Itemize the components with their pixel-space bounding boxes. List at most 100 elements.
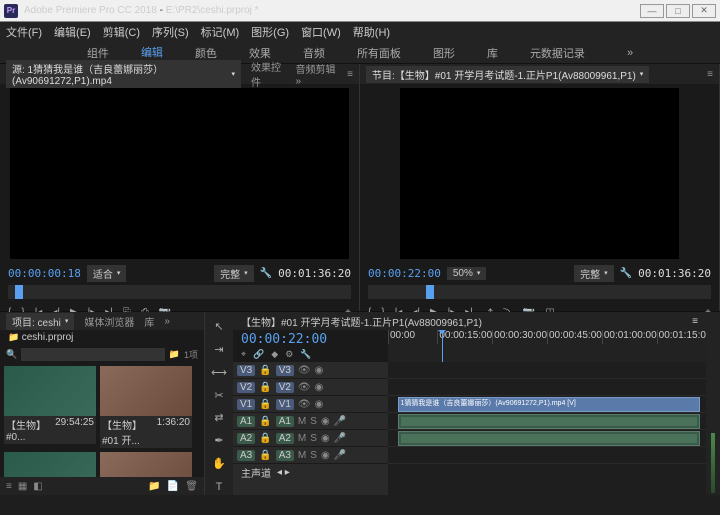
project-thumbs: 【生物】#0...29:54:25【生物】#01 开...1:36:201猜猜我… — [0, 362, 204, 477]
item-count: 1项 — [184, 348, 198, 361]
panel-menu-icon[interactable]: ≡ — [347, 69, 353, 80]
source-tc-out: 00:01:36:20 — [278, 267, 351, 280]
source-viewer[interactable] — [10, 88, 349, 259]
video-track-head[interactable]: V2🔒V2👁◉ — [233, 379, 388, 396]
project-path: 📁 ceshi.prproj — [0, 330, 204, 346]
master-track: 主声道◂ ▸ — [233, 464, 388, 481]
menu-item[interactable]: 编辑(E) — [54, 24, 91, 40]
close-button[interactable]: ✕ — [692, 4, 716, 18]
razor-tool-icon[interactable]: ✂ — [210, 387, 228, 404]
link-icon[interactable]: 🔗 — [253, 349, 264, 360]
playhead[interactable] — [442, 330, 443, 362]
source-tc-in[interactable]: 00:00:00:18 — [8, 267, 81, 280]
track-select-tool-icon[interactable]: ⇥ — [210, 341, 228, 358]
wrench-icon[interactable]: 🔧 — [620, 268, 632, 279]
lower-panels: 项目: ceshi 媒体浏览器 库 » 📁 ceshi.prproj 🔍 📁 1… — [0, 312, 720, 495]
wrench-icon[interactable]: 🔧 — [300, 349, 311, 360]
source-fit-select[interactable]: 适合 — [87, 265, 127, 282]
pen-tool-icon[interactable]: ✒ — [210, 432, 228, 449]
icon-view-icon[interactable]: ▦ — [18, 481, 27, 492]
ripple-tool-icon[interactable]: ⟷ — [210, 364, 228, 381]
menu-item[interactable]: 剪辑(C) — [103, 24, 140, 40]
search-icon: 🔍 — [6, 349, 17, 360]
audio-track-head[interactable]: A3🔒A3MS◉🎤 — [233, 447, 388, 464]
clip-thumb[interactable]: 【生物】#01 开...1:36:20 — [100, 366, 192, 448]
source-tabs: 源: 1猜猜我是谁（吉良蕾娜丽莎）(Av90691272,P1).mp4 效果控… — [0, 64, 359, 84]
new-bin-icon[interactable]: 📁 — [148, 481, 160, 492]
menu-item[interactable]: 序列(S) — [152, 24, 189, 40]
timeline-panel: 【生物】#01 开学月考试题-1.正片P1(Av88009961,P1) ≡ 0… — [233, 312, 706, 495]
program-scale-select[interactable]: 完整 — [574, 265, 614, 282]
program-tab[interactable]: 节目:【生物】#01 开学月考试题-1.正片P1(Av88009961,P1) — [366, 66, 649, 83]
timeline-tc[interactable]: 00:00:22:00 — [241, 332, 380, 347]
audio-clip-tab[interactable]: 音频剪辑 » — [295, 61, 337, 87]
titlebar: Pr Adobe Premiere Pro CC 2018 - E:\PR2\c… — [0, 0, 720, 22]
project-bottom: ≡ ▦ ◧ 📁 📄 🗑 — [0, 477, 204, 495]
workspace-tab[interactable]: 元数据记录 — [526, 43, 589, 63]
source-tab[interactable]: 源: 1猜猜我是谁（吉良蕾娜丽莎）(Av90691272,P1).mp4 — [6, 60, 241, 88]
wrench-icon[interactable]: 🔧 — [260, 268, 272, 279]
app-logo: Pr — [4, 4, 18, 18]
menubar: 文件(F) 编辑(E) 剪辑(C) 序列(S) 标记(M) 图形(G) 窗口(W) 帮助(H) — [0, 22, 720, 42]
audio-track-head[interactable]: A1🔒A1MS◉🎤 — [233, 413, 388, 430]
trash-icon[interactable]: 🗑 — [185, 481, 198, 492]
program-scrubber[interactable] — [368, 285, 711, 299]
source-controls: 00:00:00:18 适合 完整 🔧 00:01:36:20 { } |◂ ◂… — [0, 263, 359, 311]
minimize-button[interactable]: — — [640, 4, 664, 18]
program-viewer[interactable] — [400, 88, 679, 259]
library-tab[interactable]: 库 — [144, 314, 154, 329]
selection-tool-icon[interactable]: ↖ — [210, 318, 228, 335]
audio-track-head[interactable]: A2🔒A2MS◉🎤 — [233, 430, 388, 447]
workspace-tab[interactable]: 图形 — [429, 43, 459, 63]
menu-item[interactable]: 帮助(H) — [353, 24, 390, 40]
program-zoom-select[interactable]: 50% — [447, 267, 487, 280]
track-content[interactable]: 1猜猜我是谁（吉良蕾娜丽莎）(Av90691272,P1).mp4 [V] — [388, 362, 706, 495]
monitor-panels: 源: 1猜猜我是谁（吉良蕾娜丽莎）(Av90691272,P1).mp4 效果控… — [0, 64, 720, 312]
panel-menu-icon[interactable]: ≡ — [692, 316, 698, 327]
timeline-tracks: V3🔒V3👁◉V2🔒V2👁◉V1🔒V1👁◉A1🔒A1MS◉🎤A2🔒A2MS◉🎤A… — [233, 362, 706, 495]
source-monitor: 源: 1猜猜我是谁（吉良蕾娜丽莎）(Av90691272,P1).mp4 效果控… — [0, 64, 360, 311]
clip-thumb[interactable]: 【生物】#01 开... — [100, 452, 192, 477]
tool-panel: ↖ ⇥ ⟷ ✂ ⇄ ✒ ✋ T — [205, 312, 233, 495]
menu-item[interactable]: 文件(F) — [6, 24, 42, 40]
video-track-head[interactable]: V3🔒V3👁◉ — [233, 362, 388, 379]
project-tabs: 项目: ceshi 媒体浏览器 库 » — [0, 312, 204, 330]
clip-thumb[interactable]: 【生物】#0...29:54:25 — [4, 366, 96, 448]
snap-icon[interactable]: ⌖ — [241, 349, 246, 360]
project-search: 🔍 📁 1项 — [0, 346, 204, 362]
workspace-tab[interactable]: 所有面板 — [353, 43, 405, 63]
workspace-more[interactable]: » — [623, 45, 637, 61]
source-scrubber[interactable] — [8, 285, 351, 299]
program-monitor: 节目:【生物】#01 开学月考试题-1.正片P1(Av88009961,P1) … — [360, 64, 720, 311]
menu-item[interactable]: 窗口(W) — [301, 24, 341, 40]
more-tabs[interactable]: » — [164, 316, 170, 327]
menu-item[interactable]: 图形(G) — [251, 24, 289, 40]
effect-controls-tab[interactable]: 效果控件 — [251, 59, 286, 89]
workspace-tab[interactable]: 库 — [483, 43, 502, 63]
workspace-tab[interactable]: 音频 — [299, 43, 329, 63]
menu-item[interactable]: 标记(M) — [201, 24, 240, 40]
slip-tool-icon[interactable]: ⇄ — [210, 410, 228, 427]
maximize-button[interactable]: □ — [666, 4, 690, 18]
hand-tool-icon[interactable]: ✋ — [210, 455, 228, 472]
video-track-head[interactable]: V1🔒V1👁◉ — [233, 396, 388, 413]
project-tab[interactable]: 项目: ceshi — [6, 313, 74, 330]
folder-icon[interactable]: 📁 — [169, 349, 180, 360]
panel-menu-icon[interactable]: ≡ — [707, 69, 713, 80]
sequence-tab[interactable]: 【生物】#01 开学月考试题-1.正片P1(Av88009961,P1) — [241, 314, 482, 329]
list-view-icon[interactable]: ≡ — [6, 481, 12, 492]
freeform-icon[interactable]: ◧ — [33, 481, 42, 492]
new-item-icon[interactable]: 📄 — [167, 481, 179, 492]
settings-icon[interactable]: ⚙ — [285, 349, 293, 360]
program-tc-in[interactable]: 00:00:22:00 — [368, 267, 441, 280]
timeline-ruler[interactable]: 00:0000:00:15:0000:00:30:0000:00:45:0000… — [388, 330, 706, 362]
search-input[interactable] — [21, 348, 165, 361]
timeline-tabs: 【生物】#01 开学月考试题-1.正片P1(Av88009961,P1) ≡ — [233, 312, 706, 330]
type-tool-icon[interactable]: T — [210, 478, 228, 495]
clip-thumb[interactable]: 1猜猜我是谁...1:36:20 — [4, 452, 96, 477]
source-scale-select[interactable]: 完整 — [214, 265, 254, 282]
program-tabs: 节目:【生物】#01 开学月考试题-1.正片P1(Av88009961,P1) … — [360, 64, 719, 84]
media-browser-tab[interactable]: 媒体浏览器 — [84, 314, 134, 329]
program-tc-out: 00:01:36:20 — [638, 267, 711, 280]
marker-icon[interactable]: ◆ — [271, 349, 278, 360]
